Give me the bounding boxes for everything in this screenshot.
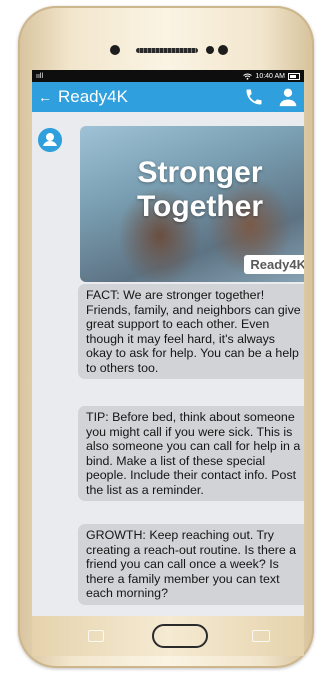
front-camera-icon [110, 45, 120, 55]
hero-image[interactable]: Stronger Together Ready4K [80, 126, 304, 282]
brand-badge: Ready4K [244, 255, 304, 274]
message-bubble: FACT: We are stronger together! Friends,… [78, 284, 304, 379]
phone-nav-bar [32, 616, 304, 656]
phone-icon[interactable] [244, 87, 264, 107]
phone-top-bar [18, 42, 314, 58]
status-right: 10:40 AM [243, 72, 300, 80]
sensor-icon [218, 45, 228, 55]
hero-title: Stronger Together [80, 156, 304, 224]
battery-icon [288, 72, 300, 80]
hero-title-line-2: Together [136, 190, 264, 223]
message-bubble: GROWTH: Keep reaching out. Try creating … [78, 524, 304, 605]
signal-icon: ııll [36, 72, 43, 80]
recent-apps-icon[interactable] [252, 630, 270, 642]
wifi-icon [243, 73, 253, 80]
sender-avatar-icon [38, 128, 62, 152]
speaker-grille [136, 48, 198, 53]
person-icon[interactable] [278, 87, 298, 107]
home-button[interactable] [152, 624, 208, 648]
conversation-title: Ready4K [58, 87, 128, 106]
app-bar: ← Ready4K [32, 82, 304, 112]
nav-back-icon[interactable] [88, 630, 104, 642]
message-bubble: TIP: Before bed, think about someone you… [78, 406, 304, 501]
phone-screen: ııll 10:40 AM ← Ready4K Stronger Togethe… [32, 70, 304, 616]
hero-title-line-1: Stronger [137, 156, 263, 189]
back-arrow-icon[interactable]: ← [38, 89, 52, 105]
sensor-icon [206, 46, 214, 54]
status-bar: ııll 10:40 AM [32, 70, 304, 82]
clock: 10:40 AM [255, 72, 285, 80]
